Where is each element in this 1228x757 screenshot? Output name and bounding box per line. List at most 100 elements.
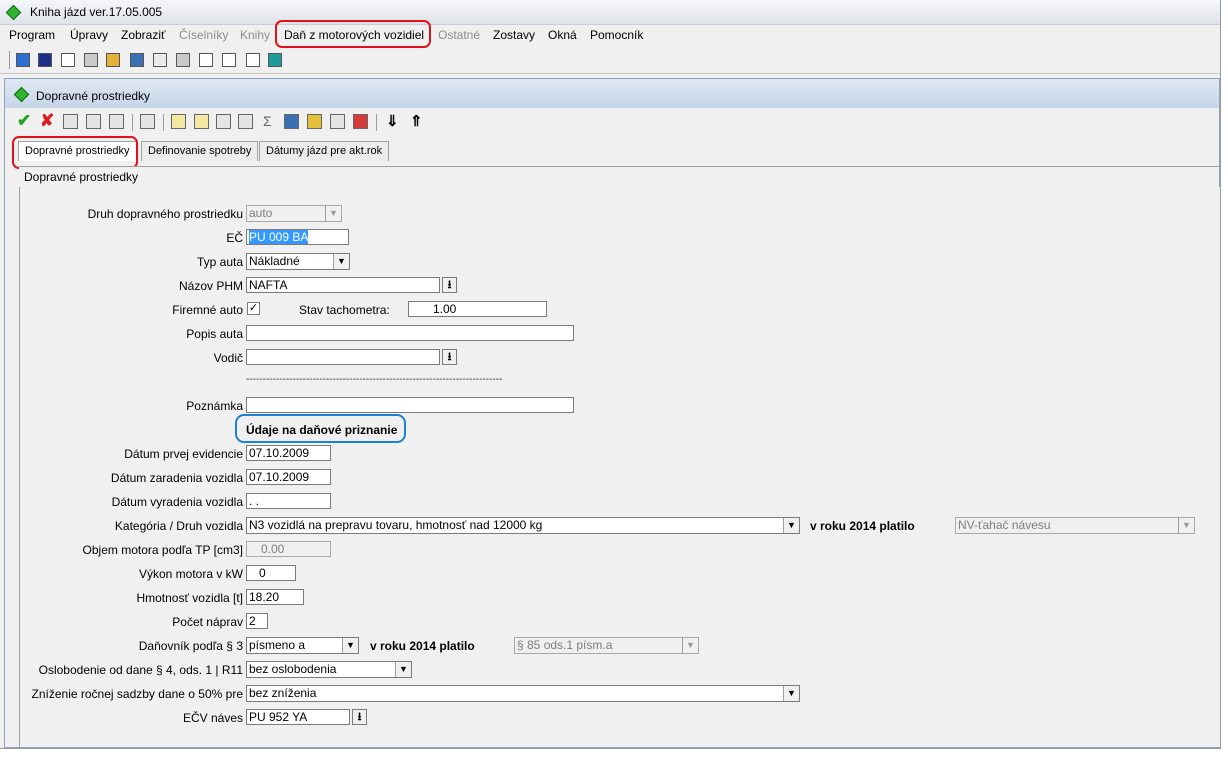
ec-input[interactable]: PU 009 BA [246, 229, 349, 245]
app-logo-icon [5, 4, 22, 21]
menu-program[interactable]: Program [9, 28, 55, 42]
typ-select[interactable]: Nákladné ▼ [246, 253, 350, 270]
book-icon[interactable] [284, 114, 299, 129]
firemne-checkbox[interactable]: ✓ [247, 302, 260, 315]
highlight-annotation [12, 136, 138, 169]
tacho-input[interactable]: 1.00 [408, 301, 547, 317]
druh-select[interactable]: auto ▼ [246, 205, 342, 222]
child-title-bar: Dopravné prostriedky [5, 79, 1219, 108]
eraser-icon[interactable] [153, 53, 167, 67]
lock-icon[interactable] [38, 53, 52, 67]
label-kategoria: Kategória / Druh vozidla [114, 519, 243, 533]
chevron-down-icon: ▼ [325, 206, 341, 221]
confirm-icon[interactable]: ✔ [17, 111, 31, 131]
ecv-naves-picker-icon[interactable]: ⭳ [352, 709, 367, 725]
label-oslobodenie: Oslobodenie od dane § 4, ods. 1 | R11 [38, 663, 243, 677]
child-toolbar: ✔ ✘ Σ ⇓ ⇑ [5, 109, 1219, 135]
objem-input[interactable]: 0.00 [246, 541, 331, 557]
label-napravy: Počet náprav [172, 615, 243, 629]
chevron-down-icon: ▼ [333, 254, 349, 269]
vykon-value: 0 [259, 566, 266, 580]
tacho-value: 1.00 [433, 302, 457, 316]
menu-ostatne[interactable]: Ostatné [438, 28, 480, 42]
delete-icon[interactable] [109, 114, 124, 129]
menu-bar: Program Úpravy Zobraziť Číselníky Knihy … [0, 20, 1220, 48]
datum-evid-input[interactable]: 07.10.2009 [246, 445, 331, 461]
pencil-icon[interactable] [216, 114, 231, 129]
phm-input[interactable]: NAFTA [246, 277, 440, 293]
label-objem: Objem motora podľa TP [cm3] [82, 543, 243, 557]
menu-okna[interactable]: Okná [548, 28, 577, 42]
phm-value: NAFTA [249, 278, 288, 292]
arrow-up-icon[interactable]: ⇑ [410, 112, 423, 130]
people-icon[interactable] [106, 53, 120, 67]
menu-pomocnik[interactable]: Pomocník [590, 28, 643, 42]
menu-upravy[interactable]: Úpravy [70, 28, 108, 42]
vehicle-icon[interactable] [176, 53, 190, 67]
cancel-icon[interactable]: ✘ [40, 111, 54, 131]
chevron-down-icon: ▼ [783, 686, 799, 701]
door-icon[interactable] [16, 53, 30, 67]
window-logo-icon [13, 86, 30, 103]
oslobodenie-select[interactable]: bez oslobodenia ▼ [246, 661, 412, 678]
rows-icon[interactable] [222, 53, 236, 67]
znizenie-select[interactable]: bez zníženia ▼ [246, 685, 800, 702]
napravy-input[interactable]: 2 [246, 613, 268, 629]
menu-zobrazit[interactable]: Zobraziť [121, 28, 166, 42]
kat-platilo-value: NV-ťahač návesu [958, 518, 1051, 532]
ecv-naves-input[interactable]: PU 952 YA [246, 709, 350, 725]
mail-icon[interactable] [61, 53, 75, 67]
menu-ciselniky[interactable]: Číselníky [179, 28, 228, 42]
vodic-picker-icon[interactable]: ⭳ [442, 349, 457, 365]
chevron-down-icon: ▼ [682, 638, 698, 653]
popis-input[interactable] [246, 325, 574, 341]
label-datum-zar: Dátum zaradenia vozidla [110, 471, 243, 485]
vykon-input[interactable]: 0 [246, 565, 296, 581]
label-znizenie: Zníženie ročnej sadzby dane o 50% pre [31, 687, 243, 701]
tab-definovanie-spotreby[interactable]: Definovanie spotreby [141, 141, 259, 161]
filter-icon[interactable] [171, 114, 186, 129]
label-datum-vyr: Dátum vyradenia vozidla [111, 495, 243, 509]
filter-remove-icon[interactable] [194, 114, 209, 129]
menu-knihy[interactable]: Knihy [240, 28, 270, 42]
car-icon[interactable] [84, 53, 98, 67]
label-druh: Druh dopravného prostriedku [87, 207, 243, 221]
hmotnost-input[interactable]: 18.20 [246, 589, 304, 605]
tab-datumy-jazd[interactable]: Dátumy jázd pre akt.rok [259, 141, 390, 161]
label-vodic: Vodič [213, 351, 243, 365]
label-dan-platilo: v roku 2014 platilo [370, 639, 475, 653]
sum-icon[interactable]: Σ [263, 113, 272, 129]
datum-vyr-input[interactable]: . . [246, 493, 331, 509]
label-kat-platilo: v roku 2014 platilo [810, 519, 915, 533]
dan-platilo-select[interactable]: § 85 ods.1 písm.a ▼ [514, 637, 699, 654]
label-datum-evid: Dátum prvej evidencie [124, 447, 243, 461]
label-ecv-naves: EČV náves [182, 711, 243, 725]
danovnik-select[interactable]: písmeno a ▼ [246, 637, 359, 654]
kat-platilo-select[interactable]: NV-ťahač návesu ▼ [955, 517, 1195, 534]
poznamka-input[interactable] [246, 397, 574, 413]
stack-icon[interactable] [130, 53, 144, 67]
child-window: Dopravné prostriedky ✔ ✘ Σ ⇓ ⇑ Dopravné … [4, 78, 1220, 748]
ec-value: PU 009 BA [249, 230, 309, 244]
table-icon[interactable] [63, 114, 78, 129]
toolbar-separator [376, 114, 377, 131]
window-icon[interactable] [246, 53, 260, 67]
menu-zostavy[interactable]: Zostavy [493, 28, 535, 42]
copy-icon[interactable] [238, 114, 253, 129]
kategoria-value: N3 vozidlá na prepravu tovaru, hmotnosť … [249, 518, 543, 532]
datum-zar-input[interactable]: 07.10.2009 [246, 469, 331, 485]
calendar-icon[interactable] [307, 114, 322, 129]
label-popis: Popis auta [186, 327, 243, 341]
table-add-icon[interactable] [86, 114, 101, 129]
windows-icon[interactable] [353, 114, 368, 129]
transfer-icon[interactable] [330, 114, 345, 129]
vodic-input[interactable] [246, 349, 440, 365]
phm-picker-icon[interactable]: ⭳ [442, 277, 457, 293]
label-firemne: Firemné auto [172, 303, 243, 317]
calculator-icon[interactable] [268, 53, 282, 67]
highlight-annotation [275, 20, 431, 48]
arrow-down-icon[interactable]: ⇓ [386, 112, 399, 130]
print-icon[interactable] [140, 114, 155, 129]
grid-icon[interactable] [199, 53, 213, 67]
kategoria-select[interactable]: N3 vozidlá na prepravu tovaru, hmotnosť … [246, 517, 800, 534]
